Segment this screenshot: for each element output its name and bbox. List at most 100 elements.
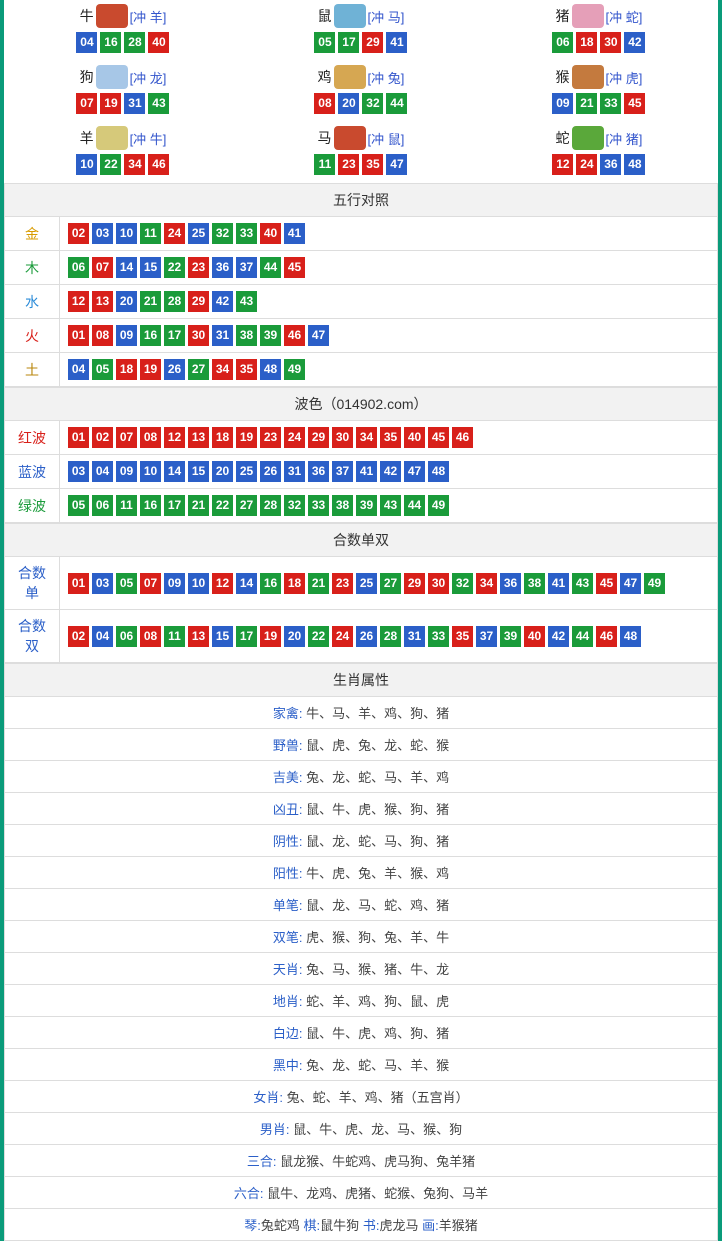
attr-value: 牛、马、羊、鸡、狗、猪: [306, 706, 449, 721]
attr-label: 女肖:: [253, 1090, 286, 1105]
number-ball: 11: [314, 154, 335, 175]
number-ball: 19: [140, 359, 161, 380]
number-ball: 18: [212, 427, 233, 448]
number-ball: 09: [552, 93, 573, 114]
attr-value: 鼠、龙、蛇、马、狗、猪: [306, 834, 449, 849]
number-ball: 16: [140, 325, 161, 346]
number-ball: 36: [600, 154, 621, 175]
number-ball: 34: [212, 359, 233, 380]
wuxing-header: 五行对照: [5, 184, 718, 217]
number-ball: 31: [404, 626, 425, 647]
attr-label: 黑中:: [273, 1058, 306, 1073]
number-ball: 20: [212, 461, 233, 482]
number-ball: 12: [164, 427, 185, 448]
zodiac-cell: 羊[冲 牛]10223446: [4, 122, 242, 183]
attr-label: 双笔:: [273, 930, 306, 945]
number-ball: 23: [332, 573, 353, 594]
attr-row: 吉美: 兔、龙、蛇、马、羊、鸡: [5, 761, 718, 793]
zodiac-chong: [冲 虎]: [606, 68, 643, 87]
attr-row: 双笔: 虎、猴、狗、兔、羊、牛: [5, 921, 718, 953]
number-ball: 07: [140, 573, 161, 594]
number-ball: 31: [284, 461, 305, 482]
attr-label: 家禽:: [273, 706, 306, 721]
zodiac-cell: 猪[冲 蛇]06183042: [480, 0, 718, 61]
number-ball: 35: [452, 626, 473, 647]
attr-row: 男肖: 鼠、牛、虎、龙、马、猴、狗: [5, 1113, 718, 1145]
attr-value: 兔蛇鸡: [261, 1218, 300, 1233]
number-ball: 37: [236, 257, 257, 278]
zodiac-icon: [96, 65, 128, 89]
zodiac-cell: 鸡[冲 兔]08203244: [242, 61, 480, 122]
shuxing-table: 生肖属性 家禽: 牛、马、羊、鸡、狗、猪野兽: 鼠、虎、兔、龙、蛇、猴吉美: 兔…: [4, 663, 718, 1241]
number-ball: 15: [188, 461, 209, 482]
zodiac-chong: [冲 牛]: [130, 129, 167, 148]
number-ball: 11: [164, 626, 185, 647]
attr-label: 琴:: [244, 1218, 261, 1233]
zodiac-chong: [冲 猪]: [606, 129, 643, 148]
number-ball: 41: [284, 223, 305, 244]
zodiac-name: 鼠: [318, 6, 332, 26]
number-ball: 16: [100, 32, 121, 53]
number-ball: 43: [572, 573, 593, 594]
zodiac-cell: 猴[冲 虎]09213345: [480, 61, 718, 122]
number-ball: 40: [524, 626, 545, 647]
number-ball: 37: [476, 626, 497, 647]
number-ball: 27: [236, 495, 257, 516]
number-ball: 23: [188, 257, 209, 278]
attr-value: 鼠龙猴、牛蛇鸡、虎马狗、兔羊猪: [280, 1154, 475, 1169]
attr-value: 虎、猴、狗、兔、羊、牛: [306, 930, 449, 945]
attr-value: 鼠牛、龙鸡、虎猪、蛇猴、兔狗、马羊: [267, 1186, 488, 1201]
attr-label: 男肖:: [260, 1122, 293, 1137]
number-ball: 21: [308, 573, 329, 594]
row-label: 红波: [5, 421, 60, 455]
row-nums: 04051819262734354849: [60, 353, 718, 387]
zodiac-cell: 狗[冲 龙]07193143: [4, 61, 242, 122]
number-ball: 15: [212, 626, 233, 647]
number-ball: 05: [116, 573, 137, 594]
number-ball: 44: [260, 257, 281, 278]
number-ball: 06: [116, 626, 137, 647]
number-ball: 45: [596, 573, 617, 594]
number-ball: 45: [284, 257, 305, 278]
number-ball: 08: [314, 93, 335, 114]
number-ball: 28: [380, 626, 401, 647]
attr-row: 家禽: 牛、马、羊、鸡、狗、猪: [5, 697, 718, 729]
number-ball: 43: [148, 93, 169, 114]
number-ball: 30: [188, 325, 209, 346]
number-ball: 46: [452, 427, 473, 448]
row-label: 金: [5, 217, 60, 251]
number-ball: 14: [236, 573, 257, 594]
number-ball: 44: [572, 626, 593, 647]
number-ball: 20: [284, 626, 305, 647]
attr-row: 地肖: 蛇、羊、鸡、狗、鼠、虎: [5, 985, 718, 1017]
number-ball: 12: [68, 291, 89, 312]
number-ball: 10: [116, 223, 137, 244]
number-ball: 44: [404, 495, 425, 516]
number-ball: 23: [338, 154, 359, 175]
number-ball: 41: [548, 573, 569, 594]
zodiac-name: 蛇: [556, 128, 570, 148]
number-ball: 19: [100, 93, 121, 114]
number-ball: 21: [188, 495, 209, 516]
number-ball: 47: [404, 461, 425, 482]
attr-value: 鼠、虎、兔、龙、蛇、猴: [306, 738, 449, 753]
heshu-table: 合数单双 合数单01030507091012141618212325272930…: [4, 523, 718, 663]
heshu-header: 合数单双: [5, 524, 718, 557]
number-ball: 23: [260, 427, 281, 448]
zodiac-icon: [334, 4, 366, 28]
attr-row: 天肖: 兔、马、猴、猪、牛、龙: [5, 953, 718, 985]
attr-value: 羊猴猪: [439, 1218, 478, 1233]
number-ball: 22: [308, 626, 329, 647]
number-ball: 38: [236, 325, 257, 346]
row-nums: 1213202128294243: [60, 285, 718, 319]
number-ball: 05: [314, 32, 335, 53]
number-ball: 35: [362, 154, 383, 175]
number-ball: 11: [116, 495, 137, 516]
number-ball: 14: [164, 461, 185, 482]
number-ball: 09: [116, 325, 137, 346]
number-ball: 31: [124, 93, 145, 114]
number-ball: 29: [308, 427, 329, 448]
attr-value: 虎龙马: [379, 1218, 418, 1233]
number-ball: 07: [76, 93, 97, 114]
number-ball: 45: [624, 93, 645, 114]
